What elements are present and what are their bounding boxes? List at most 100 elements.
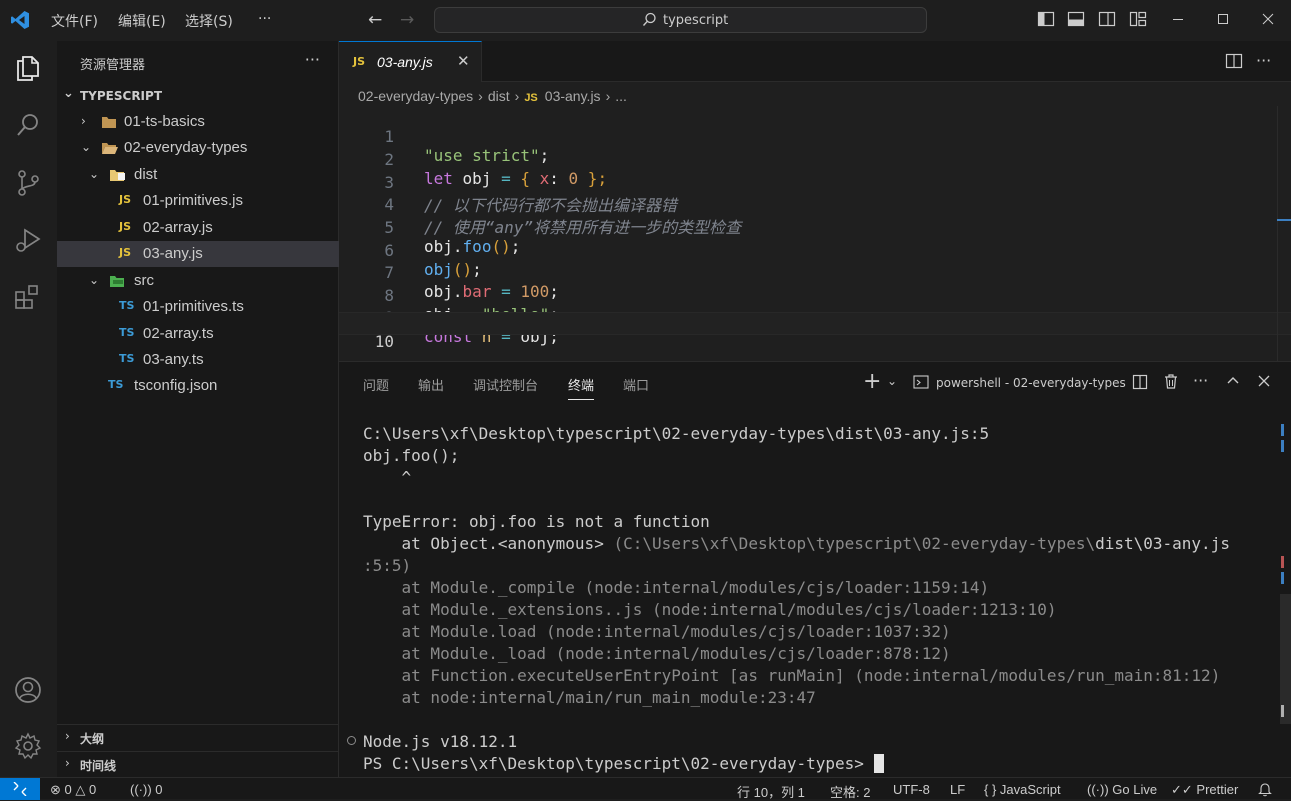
breadcrumb-item[interactable]: dist bbox=[488, 88, 510, 104]
close-panel-icon[interactable] bbox=[1257, 374, 1271, 388]
source-control-icon[interactable] bbox=[12, 167, 44, 199]
tree-file-02-array-ts[interactable]: TS 02-array.ts bbox=[57, 321, 339, 347]
menu-selection[interactable]: 选择(S) bbox=[185, 11, 233, 31]
new-terminal-button[interactable]: + bbox=[863, 369, 881, 394]
toggle-panel-icon[interactable] bbox=[1067, 10, 1085, 28]
chevron-right-icon: › bbox=[81, 114, 86, 128]
src-folder-icon bbox=[110, 276, 124, 287]
broadcast-icon: ((·)) bbox=[1087, 782, 1109, 797]
explorer-icon[interactable] bbox=[12, 52, 44, 84]
terminal-name[interactable]: powershell - 02-everyday-types bbox=[936, 376, 1126, 390]
split-terminal-icon[interactable] bbox=[1132, 374, 1148, 390]
editor-more-button[interactable]: ··· bbox=[1256, 51, 1271, 70]
chevron-down-icon[interactable]: ⌄ bbox=[887, 374, 897, 388]
sidebar-more-button[interactable]: ··· bbox=[305, 50, 320, 69]
maximize-icon[interactable] bbox=[1215, 10, 1231, 28]
menu-edit[interactable]: 编辑(E) bbox=[118, 11, 166, 31]
minimize-icon[interactable] bbox=[1170, 10, 1186, 28]
timeline-section-header[interactable]: › 时间线 bbox=[57, 751, 339, 773]
breadcrumb-item[interactable]: 03-any.js bbox=[545, 88, 601, 104]
cursor-position[interactable]: 行 10，列 1 bbox=[737, 782, 805, 801]
terminal-cursor bbox=[873, 754, 884, 773]
command-center-search[interactable]: typescript bbox=[434, 7, 927, 33]
tree-folder-02-everyday-types[interactable]: ⌄ 02-everyday-types bbox=[57, 135, 339, 161]
breadcrumb-item[interactable]: 02-everyday-types bbox=[358, 88, 473, 104]
tree-item-label: 01-primitives.ts bbox=[143, 298, 244, 315]
tab-problems[interactable]: 问题 bbox=[363, 375, 389, 394]
chevron-down-icon: ⌄ bbox=[89, 273, 100, 287]
toggle-primary-sidebar-icon[interactable] bbox=[1037, 10, 1055, 28]
tsconfig-file-icon: TS bbox=[108, 378, 124, 391]
tree-file-03-any-js[interactable]: JS 03-any.js bbox=[57, 241, 339, 267]
end-of-line[interactable]: LF bbox=[950, 782, 965, 797]
sidebar-title: 资源管理器 bbox=[80, 58, 146, 73]
indentation[interactable]: 空格: 2 bbox=[830, 782, 870, 801]
tree-file-02-array-js[interactable]: JS 02-array.js bbox=[57, 215, 339, 241]
extensions-icon[interactable] bbox=[12, 281, 44, 313]
search-icon[interactable] bbox=[12, 109, 44, 141]
code-line: 3 // 以下代码行都不会抛出编译器错 bbox=[339, 154, 1291, 215]
terminal-line: ^ bbox=[363, 468, 412, 487]
accounts-icon[interactable] bbox=[12, 674, 44, 706]
ports-status[interactable]: ((·)) 0 bbox=[130, 782, 163, 797]
panel-more-button[interactable]: ··· bbox=[1193, 371, 1208, 390]
javascript-file-icon: JS bbox=[524, 92, 538, 104]
tab-label: 03-any.js bbox=[377, 54, 433, 70]
go-live-button[interactable]: ((·)) Go Live bbox=[1087, 782, 1157, 797]
scroll-marker bbox=[1281, 424, 1284, 436]
language-mode[interactable]: { } JavaScript bbox=[984, 782, 1061, 797]
tree-file-tsconfig-json[interactable]: TS tsconfig.json bbox=[57, 373, 339, 399]
run-and-debug-icon[interactable] bbox=[12, 224, 44, 256]
forward-arrow-icon[interactable]: → bbox=[400, 10, 414, 30]
workspace-root-header[interactable]: ⌄ TYPESCRIPT bbox=[57, 85, 339, 107]
tree-file-03-any-ts[interactable]: TS 03-any.ts bbox=[57, 347, 339, 373]
encoding[interactable]: UTF-8 bbox=[893, 782, 930, 797]
tab-ports[interactable]: 端口 bbox=[623, 375, 649, 394]
tree-item-label: tsconfig.json bbox=[134, 377, 218, 394]
folder-open-icon bbox=[102, 143, 118, 154]
menu-file[interactable]: 文件(F) bbox=[51, 11, 98, 31]
chevron-right-icon: › bbox=[65, 729, 70, 743]
tab-output[interactable]: 输出 bbox=[418, 375, 444, 394]
trash-icon[interactable] bbox=[1163, 373, 1179, 390]
tab-03-any-js[interactable]: JS 03-any.js ✕ bbox=[339, 41, 482, 82]
tree-file-01-primitives-js[interactable]: JS 01-primitives.js bbox=[57, 188, 339, 214]
tree-item-label: dist bbox=[134, 166, 158, 183]
command-decoration-icon[interactable] bbox=[347, 736, 356, 745]
code-line: 5 obj.foo(); bbox=[339, 199, 1291, 256]
tree-item-label: 03-any.js bbox=[143, 245, 203, 262]
code-line: 4 // 使用“any”将禁用所有进一步的类型检查 bbox=[339, 176, 1291, 237]
line-number: 10 bbox=[374, 332, 394, 351]
tab-terminal[interactable]: 终端 bbox=[568, 375, 595, 400]
menu-more[interactable]: ··· bbox=[258, 11, 271, 27]
code-line: 9 const n = obj; bbox=[339, 289, 1291, 346]
split-editor-icon[interactable] bbox=[1225, 52, 1243, 70]
chevron-down-icon: ⌄ bbox=[63, 86, 74, 101]
maximize-panel-icon[interactable] bbox=[1226, 374, 1240, 388]
close-window-icon[interactable] bbox=[1260, 10, 1276, 28]
close-tab-icon[interactable]: ✕ bbox=[457, 52, 470, 70]
remote-indicator[interactable] bbox=[0, 778, 40, 800]
terminal-line: C:\Users\xf\Desktop\typescript\02-everyd… bbox=[363, 424, 990, 443]
problems-status[interactable]: ⊗ 0 △ 0 bbox=[50, 782, 96, 798]
tree-folder-dist[interactable]: ⌄ dist bbox=[57, 162, 339, 188]
status-bar: ⊗ 0 △ 0 ((·)) 0 行 10，列 1 空格: 2 UTF-8 LF … bbox=[0, 777, 1291, 801]
tree-folder-01-ts-basics[interactable]: › 01-ts-basics bbox=[57, 109, 339, 135]
tab-debug-console[interactable]: 调试控制台 bbox=[473, 375, 538, 394]
tree-folder-src[interactable]: ⌄ src bbox=[57, 268, 339, 294]
back-arrow-icon[interactable]: ← bbox=[368, 10, 382, 30]
breadcrumb-item[interactable]: ... bbox=[615, 88, 627, 104]
bell-icon[interactable] bbox=[1258, 782, 1272, 797]
editor-scrollbar-track[interactable] bbox=[1277, 106, 1278, 361]
search-text: typescript bbox=[663, 13, 729, 28]
toggle-secondary-sidebar-icon[interactable] bbox=[1098, 10, 1116, 28]
tree-file-01-primitives-ts[interactable]: TS 01-primitives.ts bbox=[57, 294, 339, 320]
terminal-line: at Module._compile (node:internal/module… bbox=[363, 578, 990, 597]
prettier-status[interactable]: ✓✓ Prettier bbox=[1171, 782, 1238, 798]
customize-layout-icon[interactable] bbox=[1129, 10, 1147, 28]
vscode-logo-icon[interactable] bbox=[10, 10, 30, 30]
manage-gear-icon[interactable] bbox=[12, 730, 44, 762]
outline-section-header[interactable]: › 大纲 bbox=[57, 724, 339, 746]
workspace-root-label: TYPESCRIPT bbox=[80, 89, 163, 103]
editor-tab-bar: JS 03-any.js ✕ ··· bbox=[339, 41, 1291, 82]
